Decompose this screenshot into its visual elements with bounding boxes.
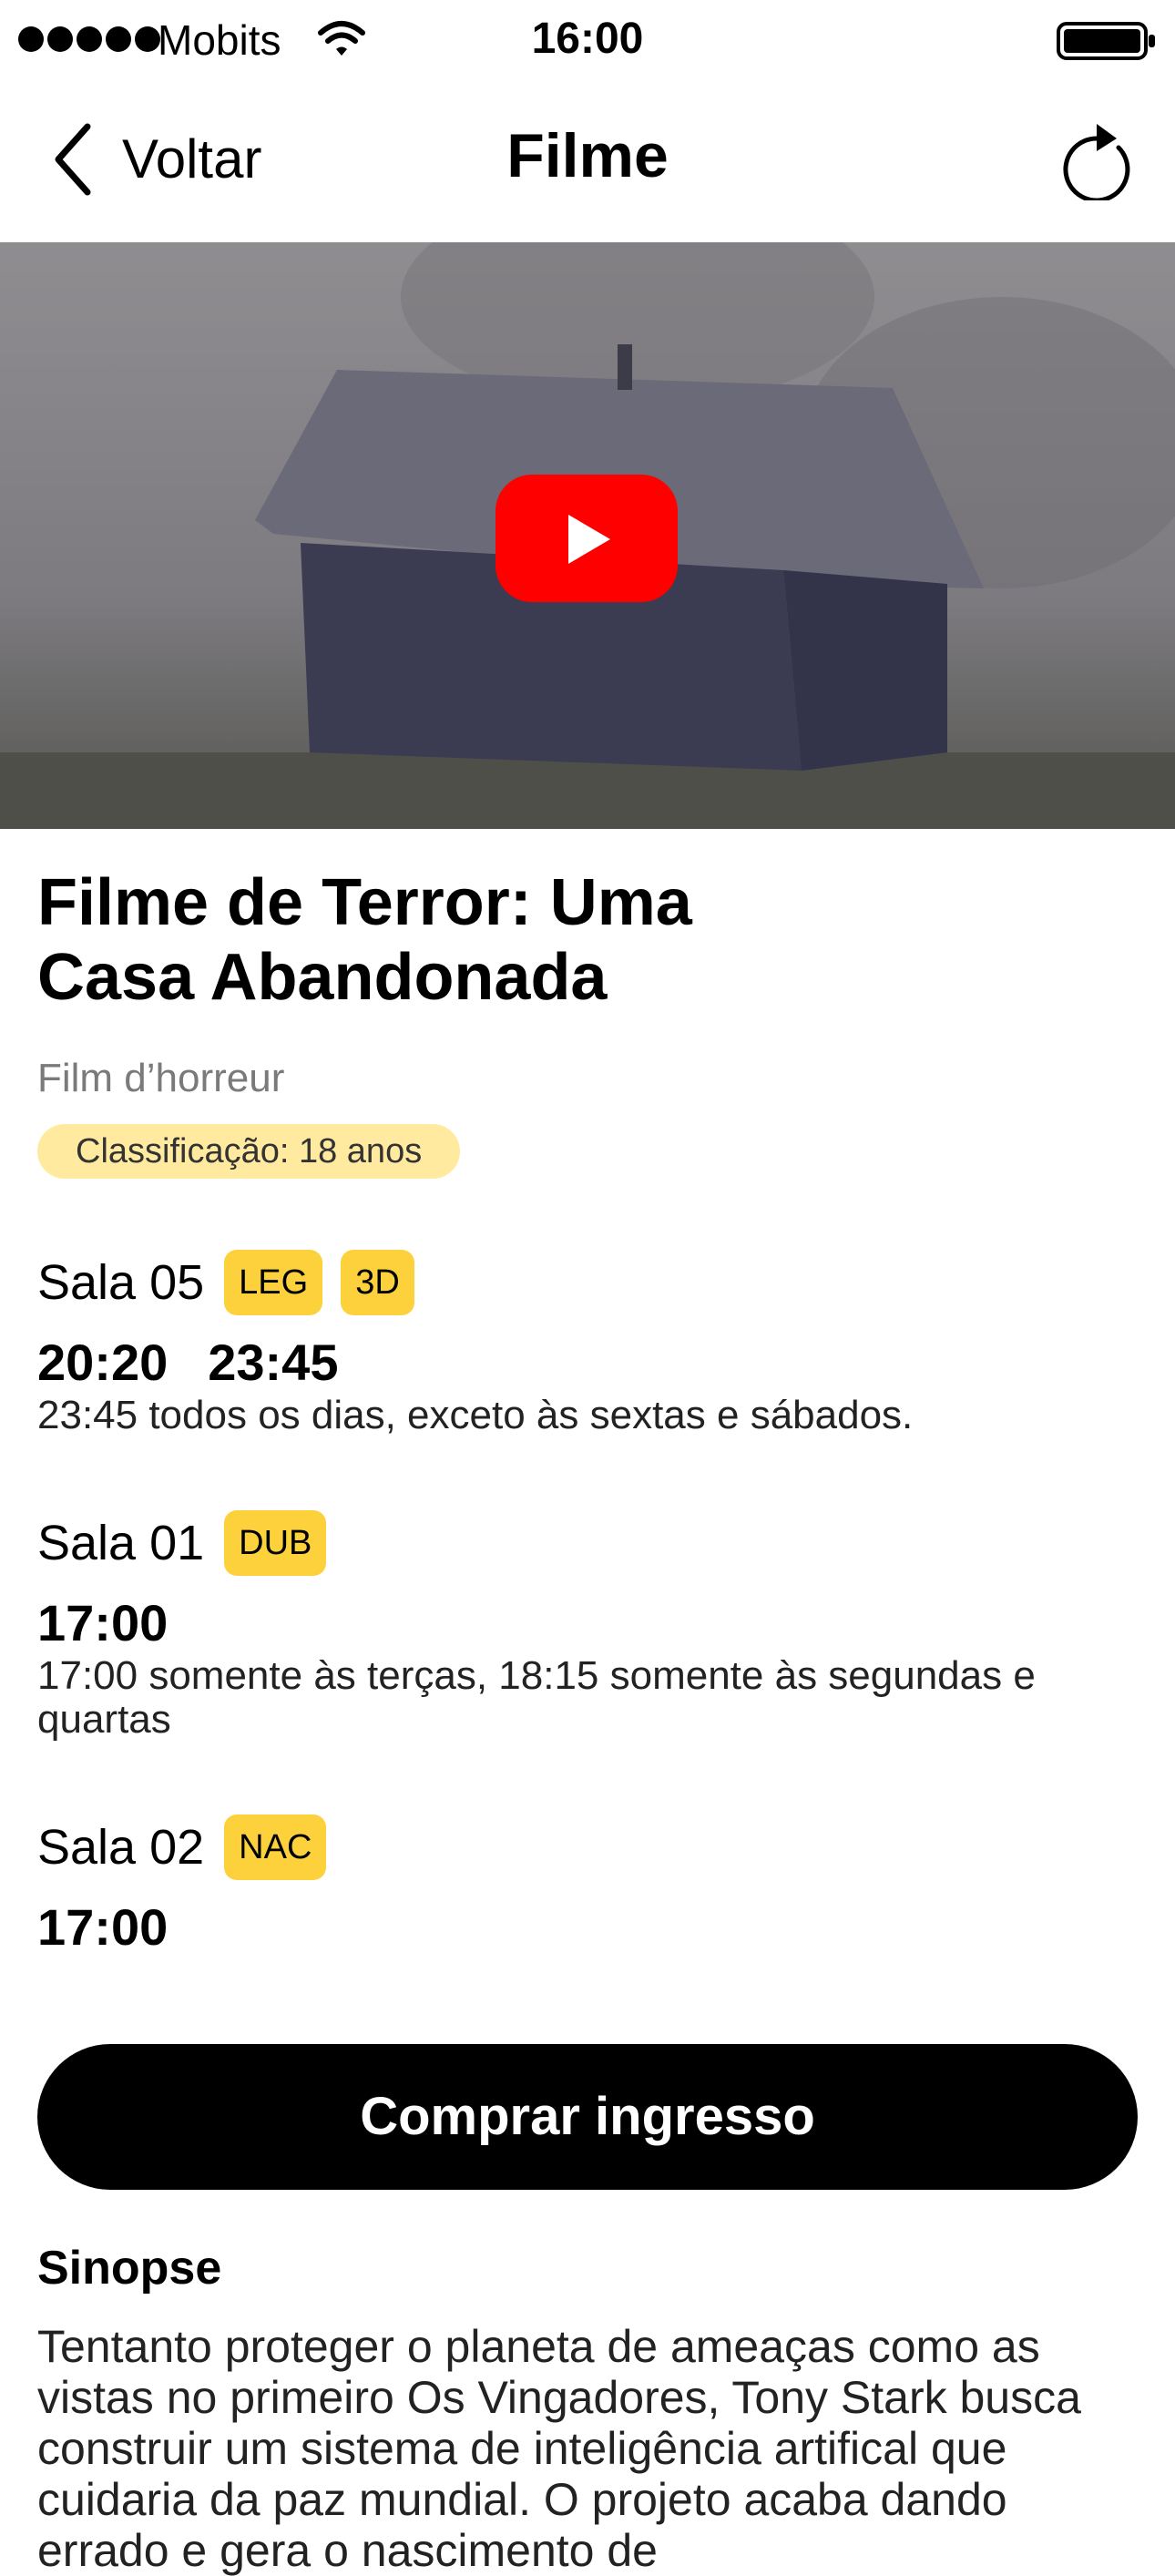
session-time[interactable]: 20:20 <box>37 1334 168 1391</box>
format-badge-leg: LEG <box>224 1250 323 1315</box>
buy-ticket-button[interactable]: Comprar ingresso <box>37 2044 1138 2190</box>
youtube-play-icon[interactable] <box>496 475 678 602</box>
navigation-bar: Voltar Filme <box>0 78 1175 242</box>
page-title: Filme <box>506 121 669 190</box>
session-sala-01: Sala 01 DUB 17:00 17:00 somente às terça… <box>37 1510 1139 1742</box>
original-title: Film d’horreur <box>37 1056 285 1100</box>
format-badge-3d: 3D <box>341 1250 414 1315</box>
trailer-video[interactable] <box>0 242 1175 829</box>
room-name: Sala 02 <box>37 1820 205 1875</box>
movie-details: Filme de Terror: Uma Casa Abandonada Fil… <box>37 865 1139 1958</box>
session-times: 17:00 <box>37 1592 1139 1654</box>
room-name: Sala 01 <box>37 1516 205 1570</box>
session-sala-05: Sala 05 LEG 3D 20:20 23:45 23:45 todos os… <box>37 1250 1139 1437</box>
rating-badge: Classificação: 18 anos <box>37 1124 461 1179</box>
synopsis-text: Tentanto proteger o planeta de ameaças c… <box>37 2321 1081 2576</box>
session-note: 23:45 todos os dias, exceto às sextas e … <box>37 1393 914 1437</box>
synopsis-title: Sinopse <box>37 2242 222 2295</box>
session-times: 17:00 <box>37 1896 1139 1958</box>
format-badge-dub: DUB <box>224 1510 327 1576</box>
refresh-icon[interactable] <box>1057 118 1135 200</box>
session-time[interactable]: 17:00 <box>37 1594 168 1651</box>
battery-icon <box>1057 22 1155 60</box>
session-note: 17:00 somente às terças, 18:15 somente à… <box>37 1653 1036 1742</box>
format-badge-nac: NAC <box>224 1814 327 1880</box>
movie-title: Filme de Terror: Uma Casa Abandonada <box>37 866 692 1014</box>
status-time: 16:00 <box>531 15 644 63</box>
status-bar: Mobits 16:00 <box>0 0 1175 78</box>
room-name: Sala 05 <box>37 1255 205 1310</box>
session-sala-02: Sala 02 NAC 17:00 <box>37 1814 1139 1958</box>
session-time[interactable]: 23:45 <box>208 1334 338 1391</box>
session-time[interactable]: 17:00 <box>37 1898 168 1956</box>
session-times: 20:20 23:45 <box>37 1332 1139 1394</box>
